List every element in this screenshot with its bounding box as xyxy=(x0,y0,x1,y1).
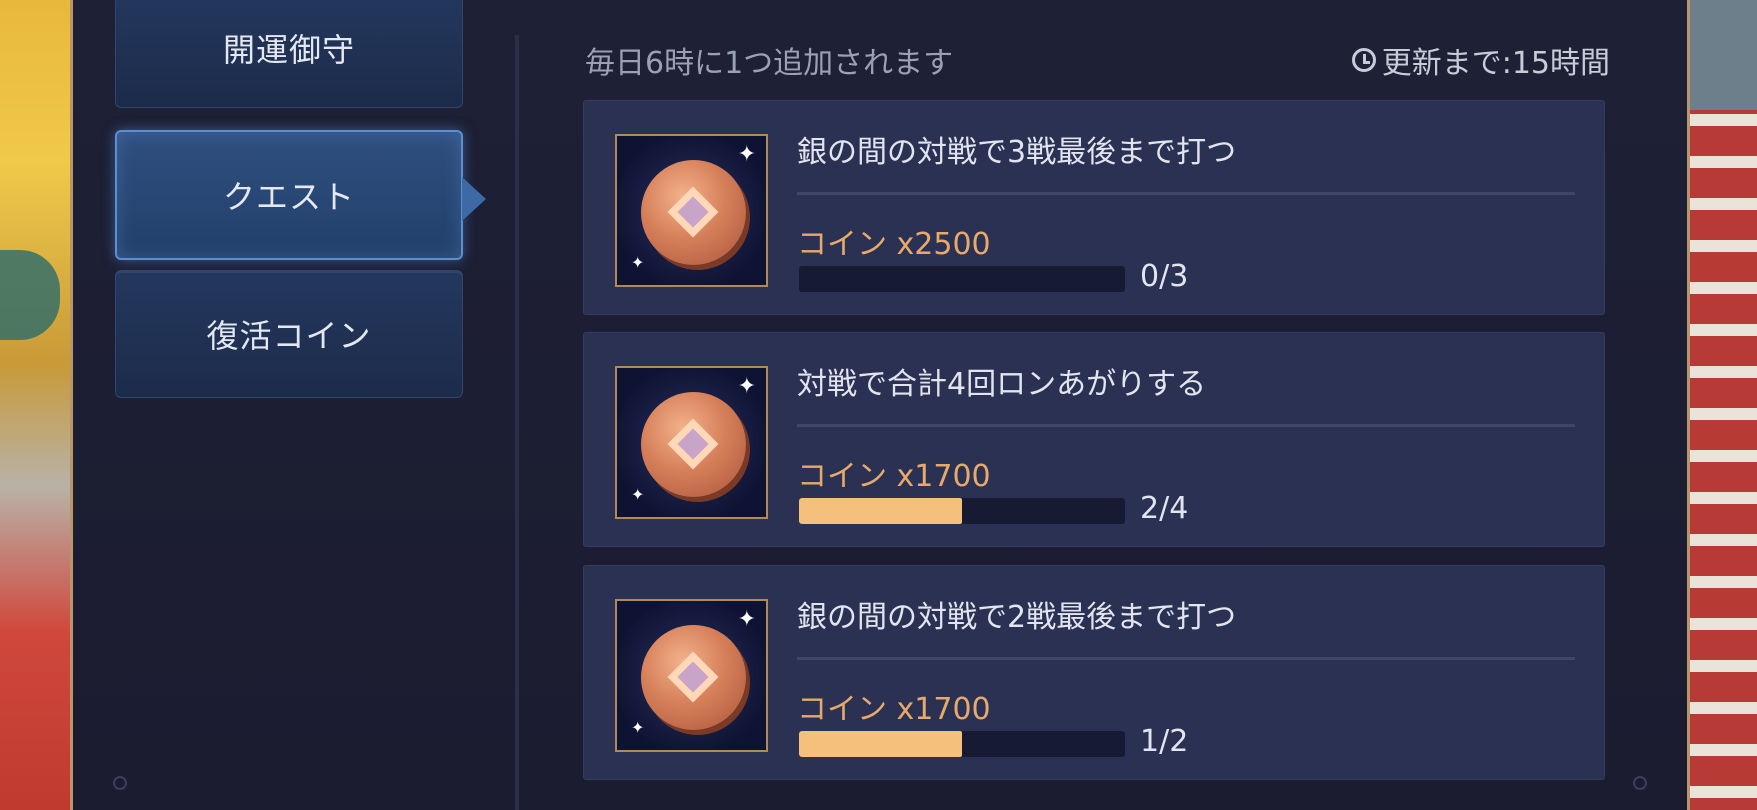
progress-fill xyxy=(799,731,962,757)
divider xyxy=(797,424,1575,427)
quest-card[interactable]: ✦ ✦ 銀の間の対戦で2戦最後まで打つ コイン x1700 1/2 xyxy=(583,565,1605,780)
nav-tab-label: クエスト xyxy=(222,178,355,216)
progress-count: 0/3 xyxy=(1140,259,1189,294)
quest-title: 対戦で合計4回ロンあがりする xyxy=(797,367,1207,402)
coin-icon: ✦ ✦ xyxy=(615,134,768,287)
clock-icon xyxy=(1351,48,1376,72)
background-art-right xyxy=(1687,0,1757,810)
nav-tab-charms[interactable]: 開運御守 xyxy=(115,0,463,108)
panel-divider xyxy=(515,35,519,810)
progress-fill xyxy=(799,498,962,524)
divider xyxy=(797,657,1575,660)
coin-icon: ✦ ✦ xyxy=(615,366,768,519)
quest-card[interactable]: ✦ ✦ 銀の間の対戦で3戦最後まで打つ コイン x2500 0/3 xyxy=(583,100,1605,315)
quest-reward: コイン x1700 xyxy=(797,459,991,494)
coin-icon: ✦ ✦ xyxy=(615,599,768,752)
nav-tab-label: 復活コイン xyxy=(206,317,372,355)
quest-reward: コイン x1700 xyxy=(797,692,991,727)
progress-count: 1/2 xyxy=(1140,724,1189,759)
nav-tab-quest[interactable]: クエスト xyxy=(115,130,463,260)
progress-count: 2/4 xyxy=(1140,491,1189,526)
corner-ornament xyxy=(113,776,127,790)
quest-reward: コイン x2500 xyxy=(797,227,991,262)
refresh-timer-text: 更新まで:15時間 xyxy=(1381,46,1610,81)
progress-bar xyxy=(799,731,1125,757)
progress-bar xyxy=(799,498,1125,524)
nav-tab-label: 開運御守 xyxy=(222,31,355,69)
nav-tab-revival-coin[interactable]: 復活コイン xyxy=(115,270,463,398)
quest-card[interactable]: ✦ ✦ 対戦で合計4回ロンあがりする コイン x1700 2/4 xyxy=(583,332,1605,547)
quest-title: 銀の間の対戦で2戦最後まで打つ xyxy=(797,600,1237,635)
background-art-left xyxy=(0,0,80,810)
quest-title: 銀の間の対戦で3戦最後まで打つ xyxy=(797,135,1237,170)
active-tab-arrow-icon xyxy=(462,177,486,221)
corner-ornament xyxy=(1633,776,1647,790)
refresh-timer: 更新まで:15時間 xyxy=(1351,38,1610,82)
progress-bar xyxy=(799,266,1125,292)
daily-info-text: 毎日6時に1つ追加されます xyxy=(585,46,954,81)
divider xyxy=(797,192,1575,195)
